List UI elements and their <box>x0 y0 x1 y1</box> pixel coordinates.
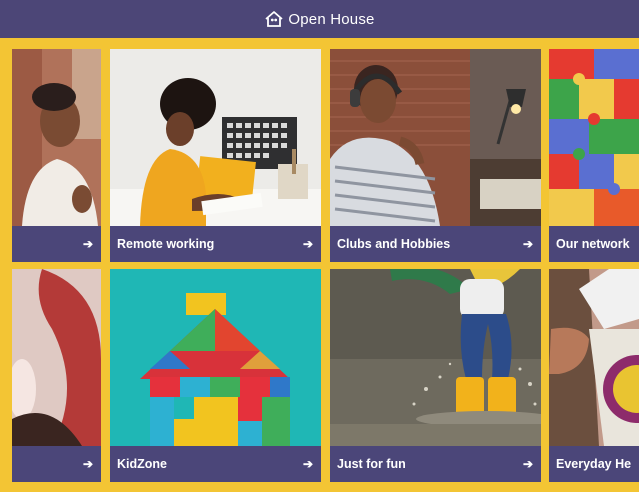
tile-photo-superhero <box>549 269 639 446</box>
tile-label: KidZone <box>117 457 167 471</box>
tile-label: Just for fun <box>337 457 406 471</box>
tile-photo-headphones <box>330 49 541 226</box>
arrow-right-icon: ➔ <box>522 237 533 251</box>
tile-kidzone[interactable]: KidZone ➔ <box>110 269 321 482</box>
tile-photo-puddle-boots <box>330 269 541 446</box>
tile-grid: ➔ Remote working ➔ Clubs and Hobbies ➔ O… <box>0 38 639 492</box>
tile-everyday-heroes[interactable]: Everyday Her <box>549 269 639 482</box>
tile-wellbeing[interactable]: ➔ <box>12 49 101 262</box>
header-title: Open House <box>288 10 375 28</box>
tile-bar: Everyday Her <box>549 446 639 482</box>
tile-photo-remote-working <box>110 49 321 226</box>
tile-photo-closeup <box>12 269 101 446</box>
tile-bar: Remote working ➔ <box>110 226 321 262</box>
tile-health[interactable]: ➔ <box>12 269 101 482</box>
tile-our-network[interactable]: Our network <box>549 49 639 262</box>
house-speech-icon <box>265 11 283 27</box>
tile-clubs-and-hobbies[interactable]: Clubs and Hobbies ➔ <box>330 49 541 262</box>
arrow-right-icon: ➔ <box>82 237 93 251</box>
arrow-right-icon: ➔ <box>522 457 533 471</box>
arrow-right-icon: ➔ <box>302 237 313 251</box>
arrow-right-icon: ➔ <box>82 457 93 471</box>
tile-label: Everyday Her <box>556 457 631 471</box>
tile-label: Remote working <box>117 237 215 251</box>
tile-label: Our network <box>556 237 630 251</box>
app-header: Open House <box>0 0 639 38</box>
tile-bar: ➔ <box>12 446 101 482</box>
tile-bar: ➔ <box>12 226 101 262</box>
tile-bar: Clubs and Hobbies ➔ <box>330 226 541 262</box>
tile-photo-block-house <box>110 269 321 446</box>
tile-bar: KidZone ➔ <box>110 446 321 482</box>
header-logo[interactable]: Open House <box>264 10 374 28</box>
tile-bar: Our network <box>549 226 639 262</box>
arrow-right-icon: ➔ <box>302 457 313 471</box>
tile-just-for-fun[interactable]: Just for fun ➔ <box>330 269 541 482</box>
tile-photo-laughing-woman <box>12 49 101 226</box>
tile-bar: Just for fun ➔ <box>330 446 541 482</box>
tile-label: Clubs and Hobbies <box>337 237 451 251</box>
tile-photo-puzzle <box>549 49 639 226</box>
tile-remote-working[interactable]: Remote working ➔ <box>110 49 321 262</box>
